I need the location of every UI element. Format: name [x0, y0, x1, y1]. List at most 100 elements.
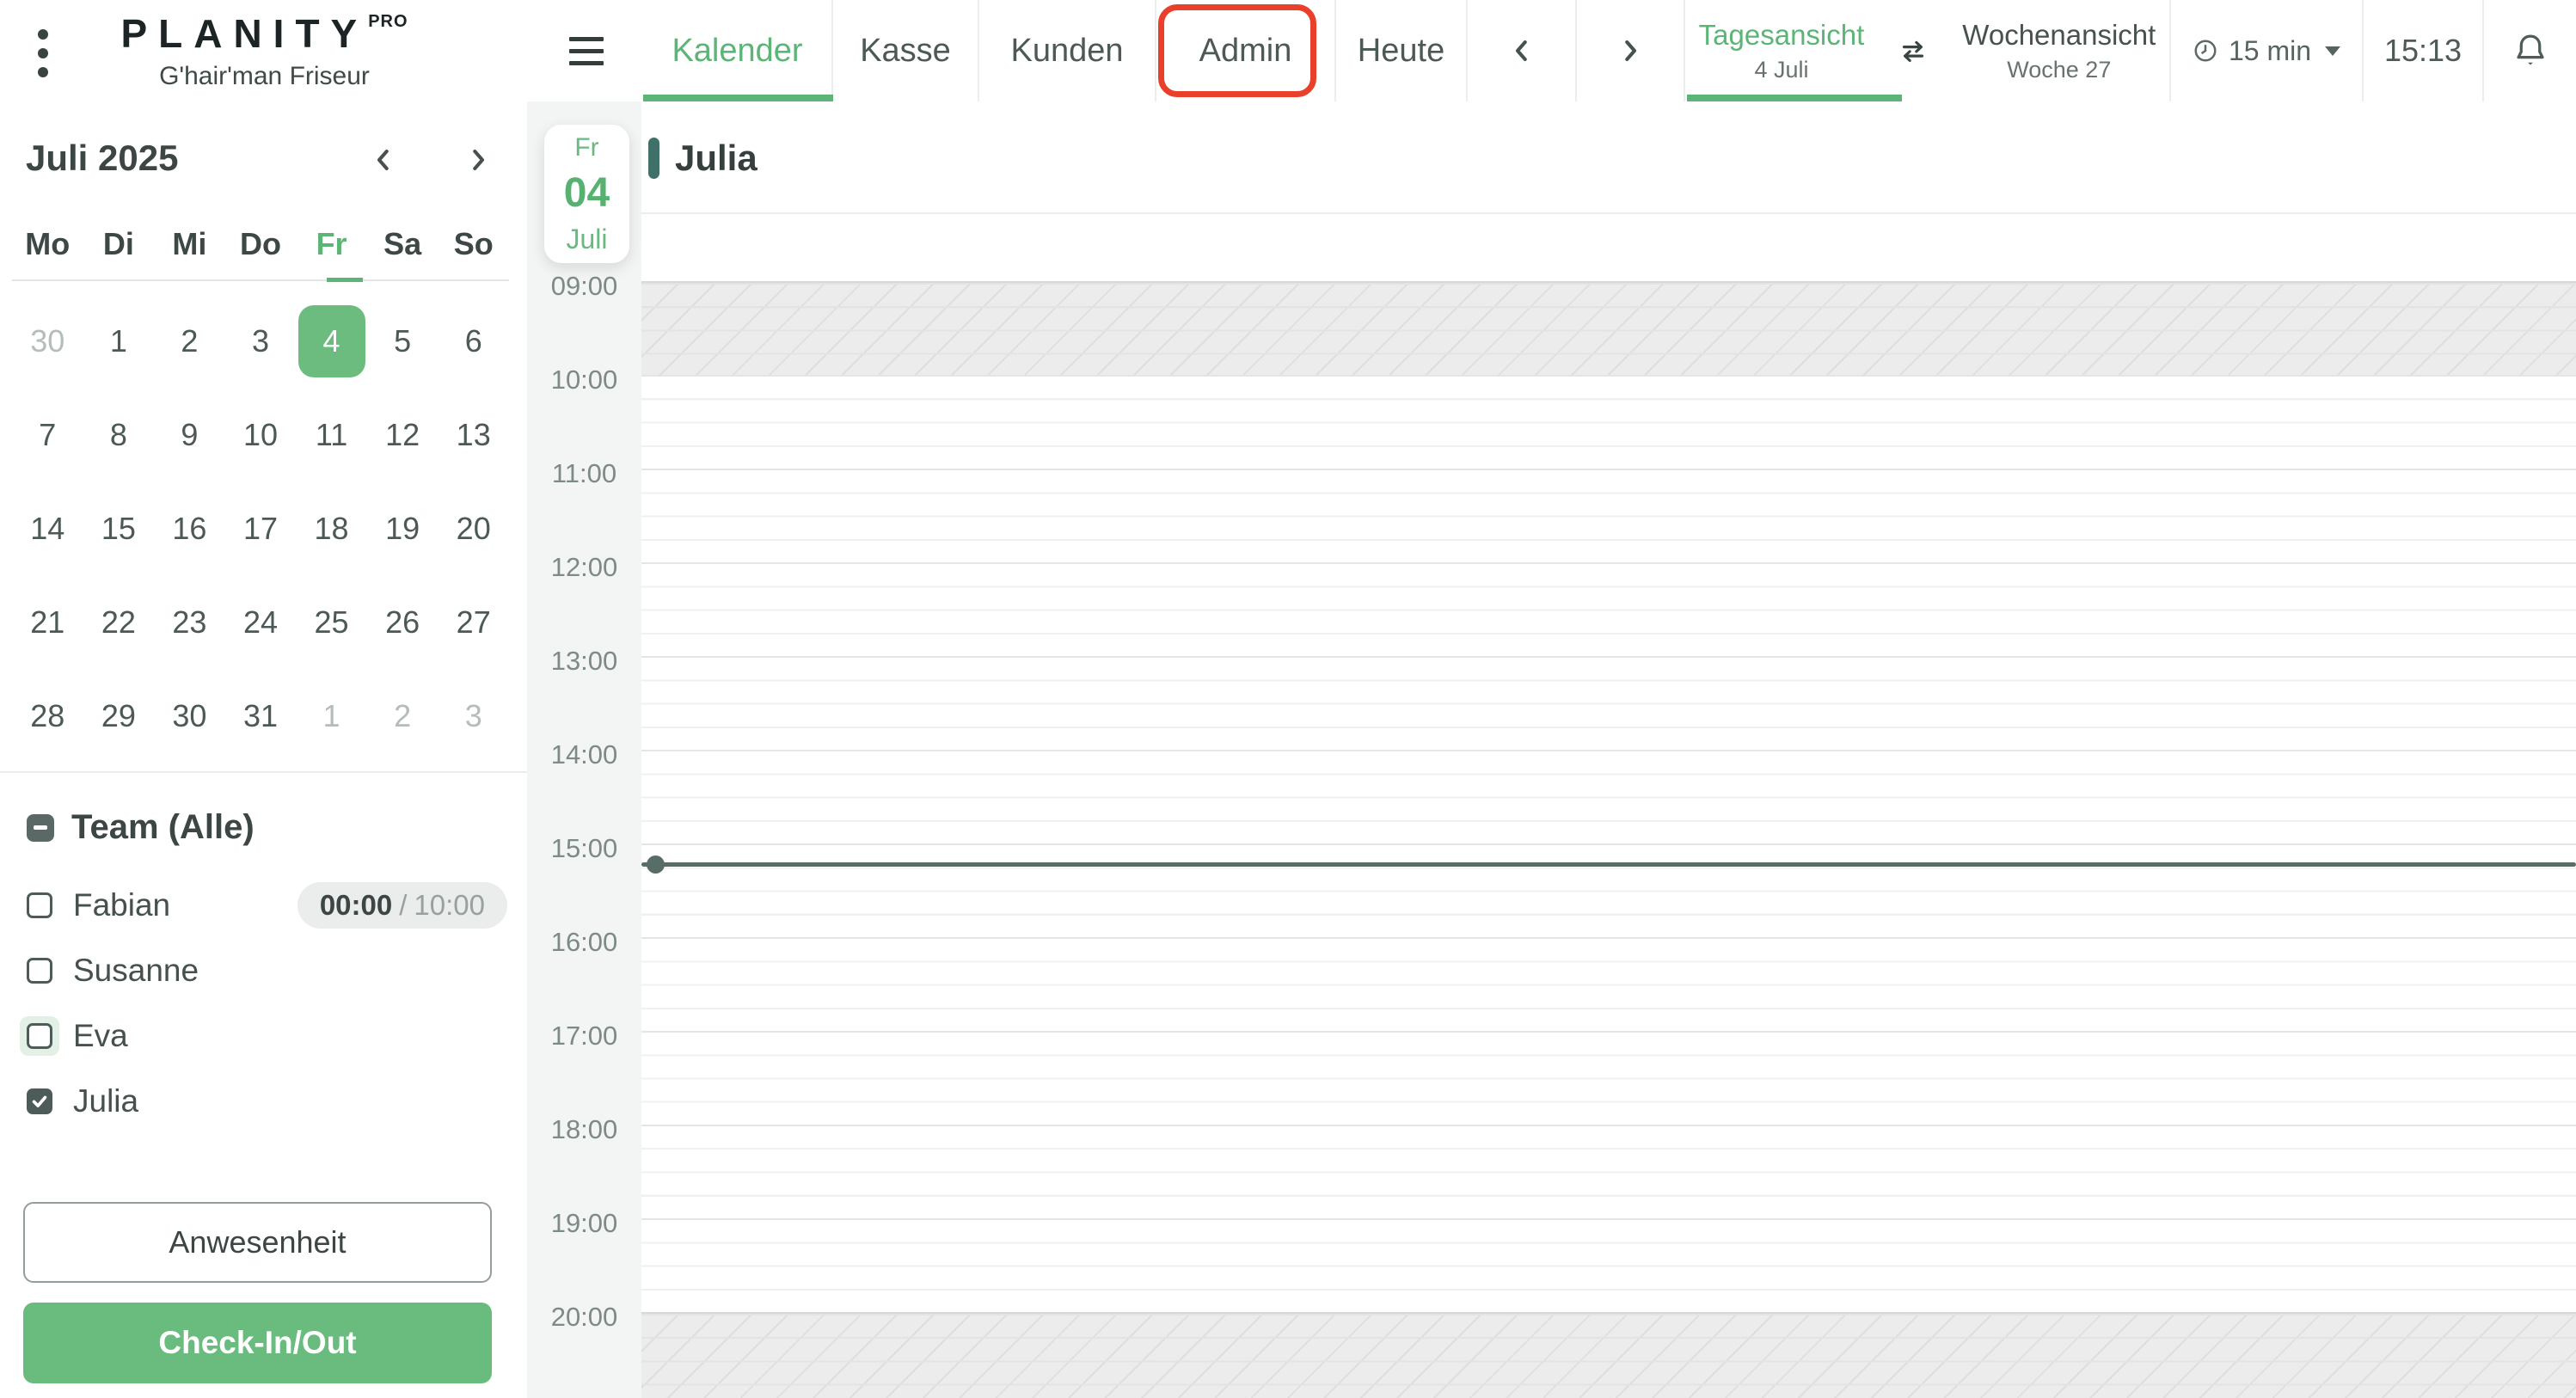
day-cell[interactable]: 31	[225, 698, 297, 734]
team-member-julia[interactable]: Julia	[0, 1069, 527, 1134]
day-cell[interactable]: 1	[296, 698, 367, 734]
day-cell[interactable]: 10	[225, 417, 297, 453]
day-cell[interactable]: 3	[438, 698, 509, 734]
checkbox-eva[interactable]	[27, 1023, 52, 1049]
day-cell[interactable]: 18	[296, 511, 367, 547]
chevron-right-icon	[473, 150, 484, 170]
view-day-tab[interactable]: Tagesansicht 4 Juli	[1699, 19, 1865, 83]
day-cell[interactable]: 6	[438, 323, 509, 359]
current-clock: 15:13	[2364, 0, 2484, 101]
tab-admin[interactable]: Admin	[1156, 0, 1336, 101]
weekday-row: Mo Di Mi Do Fr Sa So	[25, 226, 494, 261]
day-cell[interactable]: 20	[438, 511, 509, 547]
team-member-fabian[interactable]: Fabian 00:00 / 10:00	[0, 873, 527, 938]
chevron-left-icon	[1515, 40, 1527, 61]
checkbox-julia[interactable]	[27, 1088, 52, 1114]
brand-pro-badge: PRO	[368, 12, 408, 31]
day-cell[interactable]: 26	[367, 604, 439, 641]
day-cell-selected[interactable]: 4	[296, 304, 367, 377]
attendance-button[interactable]: Anwesenheit	[23, 1202, 492, 1283]
day-cell[interactable]: 3	[225, 323, 297, 359]
week-row: 28 29 30 31 1 2 3	[12, 669, 509, 763]
chevron-left-icon	[377, 150, 389, 170]
tab-kasse[interactable]: Kasse	[833, 0, 979, 101]
day-cell[interactable]: 27	[438, 604, 509, 641]
time-label: 13:00	[550, 646, 618, 676]
notifications-button[interactable]	[2484, 0, 2576, 101]
time-label: 18:00	[550, 1114, 618, 1144]
staff-color-bar	[648, 138, 659, 179]
day-cell[interactable]: 25	[296, 604, 367, 641]
time-label: 12:00	[550, 552, 618, 582]
button-heute[interactable]: Heute	[1336, 0, 1468, 101]
brand-name: PLANITY	[120, 11, 369, 56]
weekday-fr: Fr	[316, 226, 347, 261]
interval-dropdown[interactable]: 15 min	[2171, 0, 2364, 101]
mini-calendar-prev-button[interactable]	[359, 139, 408, 181]
day-cell[interactable]: 17	[225, 511, 297, 547]
day-cell[interactable]: 14	[12, 511, 83, 547]
day-cell[interactable]: 29	[83, 698, 155, 734]
day-cell[interactable]: 5	[367, 323, 439, 359]
day-cell[interactable]: 11	[296, 417, 367, 453]
team-member-eva[interactable]: Eva	[0, 1003, 527, 1069]
brand-logo: PLANITY PRO G'hair'man Friseur	[120, 10, 408, 91]
calendar-prev-button[interactable]	[1468, 0, 1577, 101]
swap-views-icon[interactable]	[1895, 33, 1931, 69]
mini-calendar-title: Juli 2025	[26, 138, 179, 178]
day-cell[interactable]: 22	[83, 604, 155, 641]
time-label: 17:00	[550, 1021, 618, 1051]
salon-name: G'hair'man Friseur	[159, 62, 370, 90]
hamburger-menu-icon[interactable]	[529, 0, 643, 101]
week-row: 7 8 9 10 11 12 13	[12, 388, 509, 481]
view-switcher: Tagesansicht 4 Juli Wochenansicht Woche …	[1685, 0, 2171, 101]
day-cell[interactable]: 12	[367, 417, 439, 453]
sidebar: Juli 2025 Mo Di Mi Do Fr Sa So 30 1 2 3 …	[0, 101, 527, 1398]
day-cell[interactable]: 1	[83, 323, 155, 359]
check-icon	[32, 1095, 47, 1107]
day-cell[interactable]: 21	[12, 604, 83, 641]
time-gutter: Fr 04 Juli 09:00 10:00 11:00 12:00 13:00…	[527, 101, 641, 1398]
day-grid[interactable]	[641, 281, 2576, 1398]
team-member-list: Fabian 00:00 / 10:00 Susanne Eva Julia	[0, 873, 527, 1134]
day-cell[interactable]: 30	[154, 698, 225, 734]
time-label: 14:00	[550, 739, 618, 770]
day-cell[interactable]: 9	[154, 417, 225, 453]
day-cell[interactable]: 24	[225, 604, 297, 641]
mini-calendar-next-button[interactable]	[454, 139, 502, 181]
checkbox-susanne[interactable]	[27, 958, 52, 984]
day-cell[interactable]: 7	[12, 417, 83, 453]
day-cell[interactable]: 28	[12, 698, 83, 734]
checkin-out-button[interactable]: Check-In/Out	[23, 1303, 492, 1383]
chevron-right-icon	[1625, 40, 1636, 61]
day-cell[interactable]: 2	[154, 323, 225, 359]
team-all-checkbox[interactable]	[27, 813, 54, 842]
kebab-menu-icon[interactable]	[33, 29, 53, 77]
calendar-next-button[interactable]	[1577, 0, 1685, 101]
time-label: 19:00	[550, 1208, 618, 1238]
day-cell[interactable]: 19	[367, 511, 439, 547]
day-cell[interactable]: 15	[83, 511, 155, 547]
tab-kunden[interactable]: Kunden	[979, 0, 1156, 101]
weekday-fr-underline	[327, 278, 363, 282]
time-label: 11:00	[551, 458, 617, 488]
view-week-number: Woche 27	[2007, 56, 2112, 83]
time-label: 16:00	[550, 927, 618, 957]
day-cell[interactable]: 13	[438, 417, 509, 453]
week-row: 14 15 16 17 18 19 20	[12, 481, 509, 575]
day-cell[interactable]: 2	[367, 698, 439, 734]
checkbox-fabian[interactable]	[27, 892, 52, 918]
view-week-tab[interactable]: Wochenansicht Woche 27	[1962, 19, 2156, 83]
day-cell[interactable]: 16	[154, 511, 225, 547]
brand-area: PLANITY PRO G'hair'man Friseur	[0, 0, 529, 101]
day-cell[interactable]: 8	[83, 417, 155, 453]
day-cell[interactable]: 30	[12, 323, 83, 359]
staff-column-title: Julia	[675, 138, 757, 178]
app-window: PLANITY PRO G'hair'man Friseur Kalender …	[0, 0, 2576, 1398]
bell-icon	[2516, 34, 2544, 65]
closed-hours-band-morning	[641, 281, 2576, 375]
team-member-susanne[interactable]: Susanne	[0, 938, 527, 1003]
tab-kalender[interactable]: Kalender	[643, 0, 833, 101]
team-header[interactable]: Team (Alle)	[27, 808, 255, 847]
day-cell[interactable]: 23	[154, 604, 225, 641]
